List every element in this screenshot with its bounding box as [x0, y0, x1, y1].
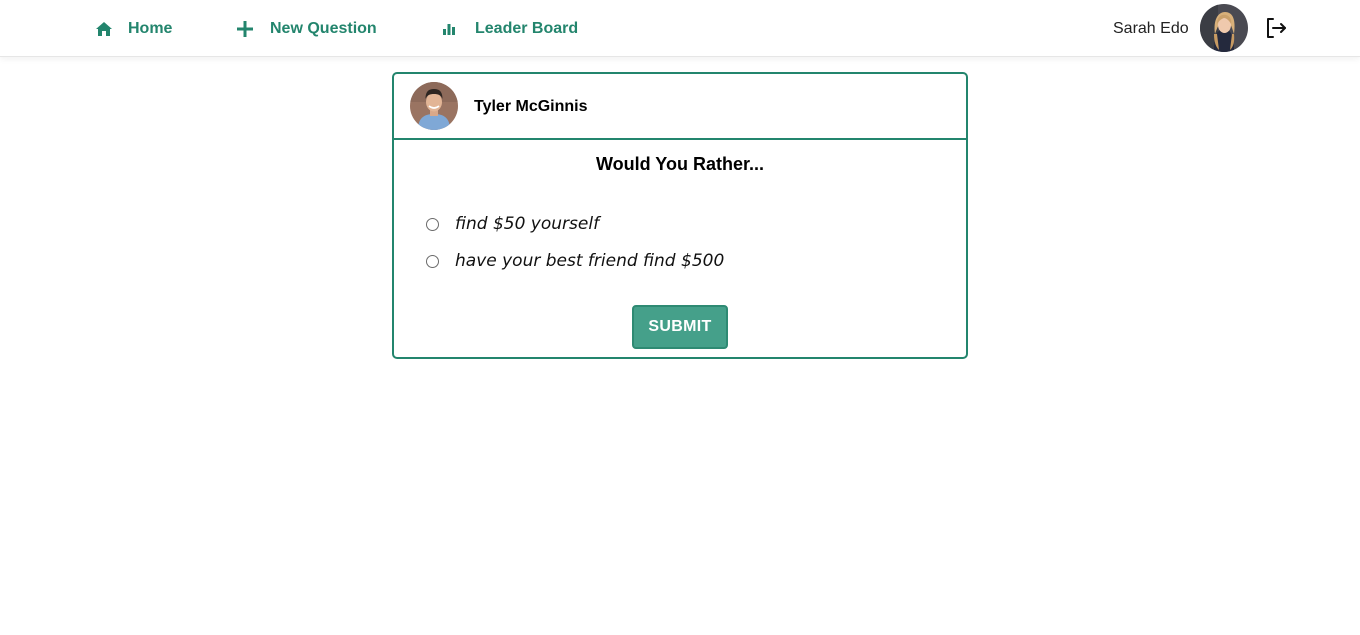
current-user-avatar[interactable] [1200, 4, 1248, 52]
option-2[interactable]: have your best friend find $500 [426, 249, 724, 273]
question-card-header: Tyler McGinnis [394, 74, 966, 140]
nav-home-label: Home [128, 19, 173, 37]
nav-home-link[interactable]: Home [95, 0, 172, 57]
question-title: Would You Rather... [595, 154, 764, 174]
question-card: Tyler McGinnis Would You Rather... find … [392, 72, 968, 359]
home-icon [95, 20, 113, 38]
top-navbar: Home New Question Leader Board Sarah Edo [0, 0, 1360, 57]
submit-button[interactable]: SUBMIT [632, 305, 728, 349]
logout-icon[interactable] [1264, 16, 1288, 40]
author-name: Tyler McGinnis [474, 98, 588, 115]
option-2-radio[interactable] [426, 254, 439, 268]
option-2-label: have your best friend find $500 [455, 251, 725, 271]
nav-leader-board-label: Leader Board [475, 19, 579, 37]
option-1-label: find $50 yourself [455, 214, 600, 234]
plus-icon [236, 20, 254, 38]
nav-new-question-link[interactable]: New Question [236, 0, 377, 57]
bar-chart-icon [440, 20, 458, 38]
nav-new-question-label: New Question [270, 19, 377, 37]
current-user-name: Sarah Edo [1113, 19, 1189, 37]
option-1[interactable]: find $50 yourself [426, 212, 599, 236]
nav-leader-board-link[interactable]: Leader Board [440, 0, 578, 57]
option-1-radio[interactable] [426, 217, 439, 231]
author-avatar [410, 82, 458, 130]
